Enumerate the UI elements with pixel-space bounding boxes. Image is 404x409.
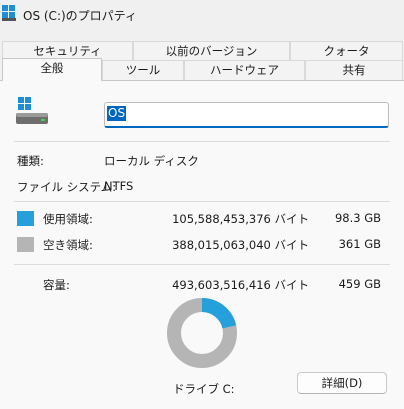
used-space-label: 使用領域:: [43, 212, 93, 226]
capacity-bytes: 493,603,516,416 バイト: [172, 278, 309, 292]
tab-general[interactable]: 全般: [2, 58, 102, 81]
window-title: OS (C:)のプロパティ: [23, 9, 137, 23]
drive-label: ドライブ C:: [173, 382, 235, 396]
tab-quota[interactable]: クォータ: [290, 41, 403, 61]
filesystem-value: NTFS: [104, 179, 134, 193]
capacity-label: 容量:: [43, 278, 70, 292]
free-space-label: 空き領域:: [43, 238, 93, 252]
tab-tools[interactable]: ツール: [102, 60, 184, 80]
used-space-bytes: 105,588,453,376 バイト: [172, 212, 309, 226]
filesystem-label: ファイル システム:: [17, 180, 117, 194]
volume-name-text: OS: [107, 106, 127, 121]
free-space-size: 361 GB: [338, 237, 381, 251]
used-space-swatch: [17, 211, 34, 226]
type-label: 種類:: [17, 154, 44, 168]
windows-drive-icon: [16, 97, 48, 124]
type-value: ローカル ディスク: [104, 154, 199, 168]
divider: [14, 141, 390, 142]
free-space-swatch: [17, 237, 34, 252]
volume-name-input[interactable]: OS: [104, 102, 389, 128]
free-space-bytes: 388,015,063,040 バイト: [172, 238, 309, 252]
divider: [14, 264, 390, 265]
tab-hardware[interactable]: ハードウェア: [184, 60, 305, 80]
tab-previous-versions[interactable]: 以前のバージョン: [133, 41, 290, 61]
details-button[interactable]: 詳細(D): [297, 372, 387, 394]
title-bar: OS (C:)のプロパティ: [0, 0, 404, 32]
divider: [14, 201, 390, 202]
tab-sharing[interactable]: 共有: [305, 60, 403, 80]
disk-usage-donut: [167, 298, 237, 368]
used-space-size: 98.3 GB: [334, 211, 381, 225]
windows-drive-icon: [2, 5, 16, 21]
capacity-size: 459 GB: [338, 277, 381, 291]
